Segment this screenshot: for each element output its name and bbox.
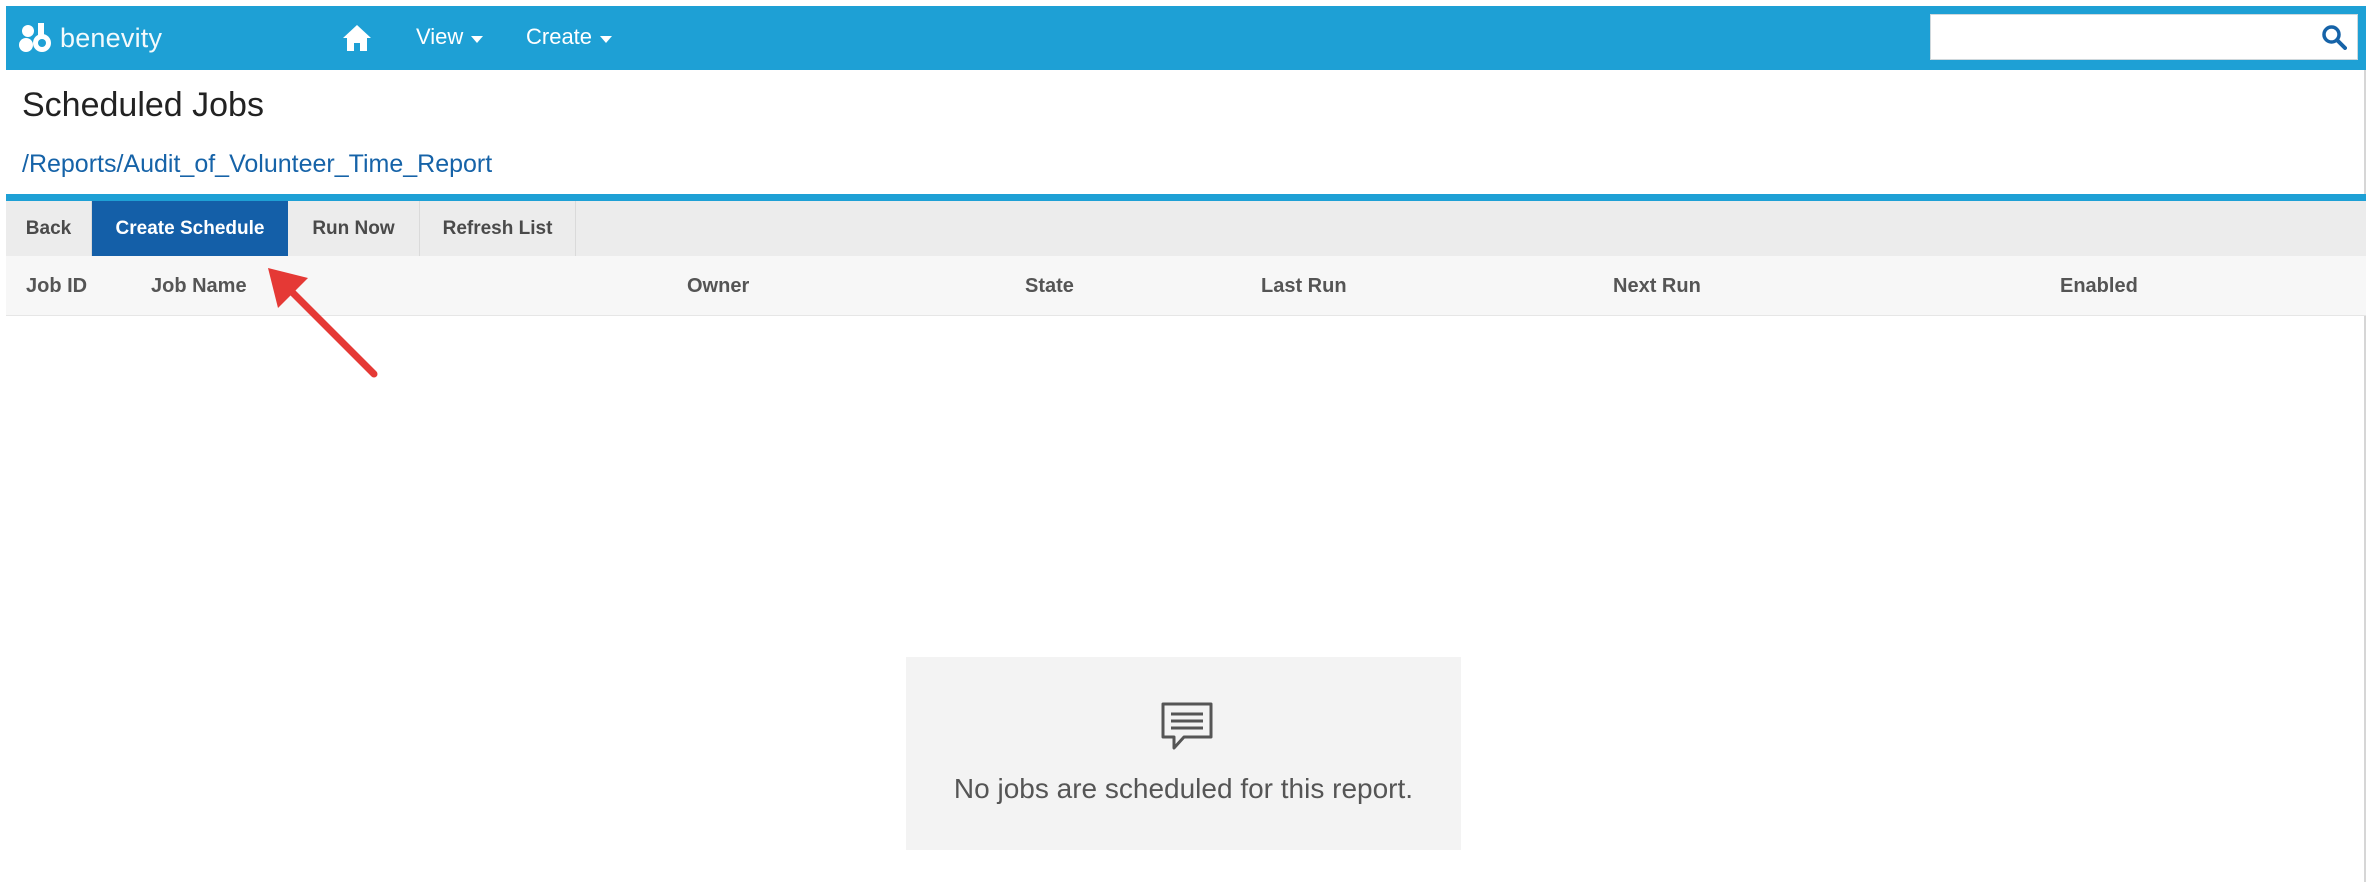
empty-state-message: No jobs are scheduled for this report. [953,773,1414,804]
benevity-logo-icon [19,23,51,52]
toolbar: Back Create Schedule Run Now Refresh Lis… [6,201,2366,256]
refresh-list-button[interactable]: Refresh List [420,201,576,256]
chevron-down-icon [471,35,484,43]
brand-logo[interactable]: benevity [18,20,162,56]
nav-view-label: View [416,24,464,49]
search-icon[interactable] [2321,24,2347,50]
column-header-job-name[interactable]: Job Name [151,275,247,298]
app-window: benevity View Create Scheduled Jobs /Rep… [6,6,2366,882]
column-header-job-id[interactable]: Job ID [26,275,87,298]
chevron-down-icon [600,35,613,43]
run-now-button[interactable]: Run Now [288,201,420,256]
search-box [1930,14,2358,60]
column-header-owner[interactable]: Owner [687,275,749,298]
annotation-arrow-icon [268,268,378,378]
nav-create-label: Create [526,24,593,49]
nav-view-menu[interactable]: View [416,24,484,50]
back-button[interactable]: Back [6,201,92,256]
page-title: Scheduled Jobs [22,86,264,124]
column-header-next-run[interactable]: Next Run [1613,275,1701,298]
nav-create-menu[interactable]: Create [526,24,613,50]
breadcrumb-link[interactable]: /Reports/Audit_of_Volunteer_Time_Report [22,150,492,179]
header-divider [6,194,2366,201]
column-header-enabled[interactable]: Enabled [2060,275,2138,298]
comment-icon [1161,702,1213,750]
column-header-last-run[interactable]: Last Run [1261,275,1347,298]
brand-name: benevity [60,22,163,53]
empty-state-panel: No jobs are scheduled for this report. [906,657,1461,850]
home-icon [343,25,371,51]
column-header-state[interactable]: State [1025,275,1074,298]
top-nav-bar: benevity View Create [6,6,2366,70]
create-schedule-button[interactable]: Create Schedule [92,201,288,256]
home-button[interactable] [340,22,374,54]
search-input[interactable] [1931,15,2311,59]
